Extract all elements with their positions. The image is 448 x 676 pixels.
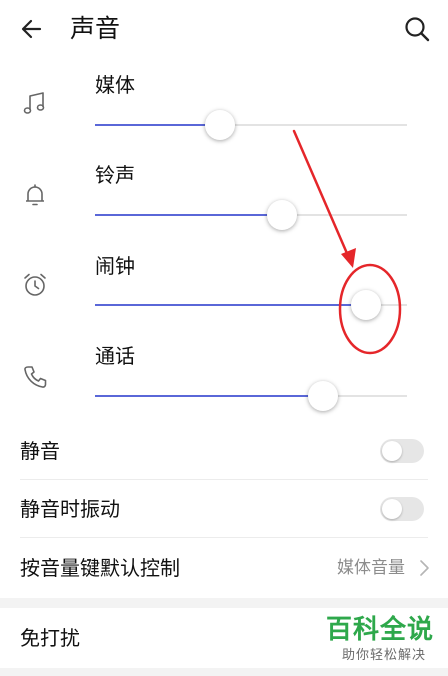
music-note-icon — [20, 89, 50, 119]
mute-label: 静音 — [20, 439, 60, 463]
toggle-knob — [382, 441, 402, 461]
section-gap — [0, 598, 448, 608]
slider-fill — [95, 214, 282, 216]
phone-icon — [20, 362, 50, 392]
bell-icon — [20, 180, 50, 210]
alarm-volume-slider[interactable] — [95, 290, 407, 320]
slider-thumb[interactable] — [308, 381, 338, 411]
volume-label-alarm: 闹钟 — [95, 254, 135, 278]
volume-label-ringtone: 铃声 — [95, 163, 135, 187]
vibrate-on-mute-row[interactable]: 静音时振动 — [0, 480, 448, 537]
volume-label-media: 媒体 — [95, 73, 135, 97]
slider-fill — [95, 395, 323, 397]
watermark-logo: 百科全说 — [325, 615, 434, 645]
slider-thumb[interactable] — [205, 110, 235, 140]
back-arrow-icon[interactable] — [18, 14, 48, 44]
media-volume-slider[interactable] — [95, 110, 407, 140]
annotation-arrow-icon — [292, 129, 351, 260]
section-gap — [0, 668, 448, 676]
slider-fill — [95, 124, 220, 126]
chevron-right-icon — [418, 556, 432, 580]
vibrate-on-mute-toggle[interactable] — [380, 497, 424, 521]
volume-key-default-label: 按音量键默认控制 — [20, 556, 180, 580]
search-icon[interactable] — [402, 14, 432, 44]
slider-thumb[interactable] — [351, 290, 381, 320]
annotation-arrowhead-icon — [341, 248, 356, 268]
slider-thumb[interactable] — [267, 200, 297, 230]
ringtone-volume-slider[interactable] — [95, 200, 407, 230]
do-not-disturb-label: 免打扰 — [20, 626, 80, 650]
mute-row[interactable]: 静音 — [0, 422, 448, 479]
toggle-knob — [382, 499, 402, 519]
page-title: 声音 — [70, 14, 121, 43]
volume-key-default-row[interactable]: 按音量键默认控制 媒体音量 — [0, 538, 448, 598]
slider-fill — [95, 304, 366, 306]
call-volume-slider[interactable] — [95, 381, 407, 411]
volume-key-default-value: 媒体音量 — [337, 558, 405, 578]
mute-toggle[interactable] — [380, 439, 424, 463]
alarm-clock-icon — [20, 270, 50, 300]
volume-label-call: 通话 — [95, 344, 135, 368]
vibrate-on-mute-label: 静音时振动 — [20, 497, 120, 521]
watermark-tagline: 助你轻松解决 — [341, 648, 426, 663]
